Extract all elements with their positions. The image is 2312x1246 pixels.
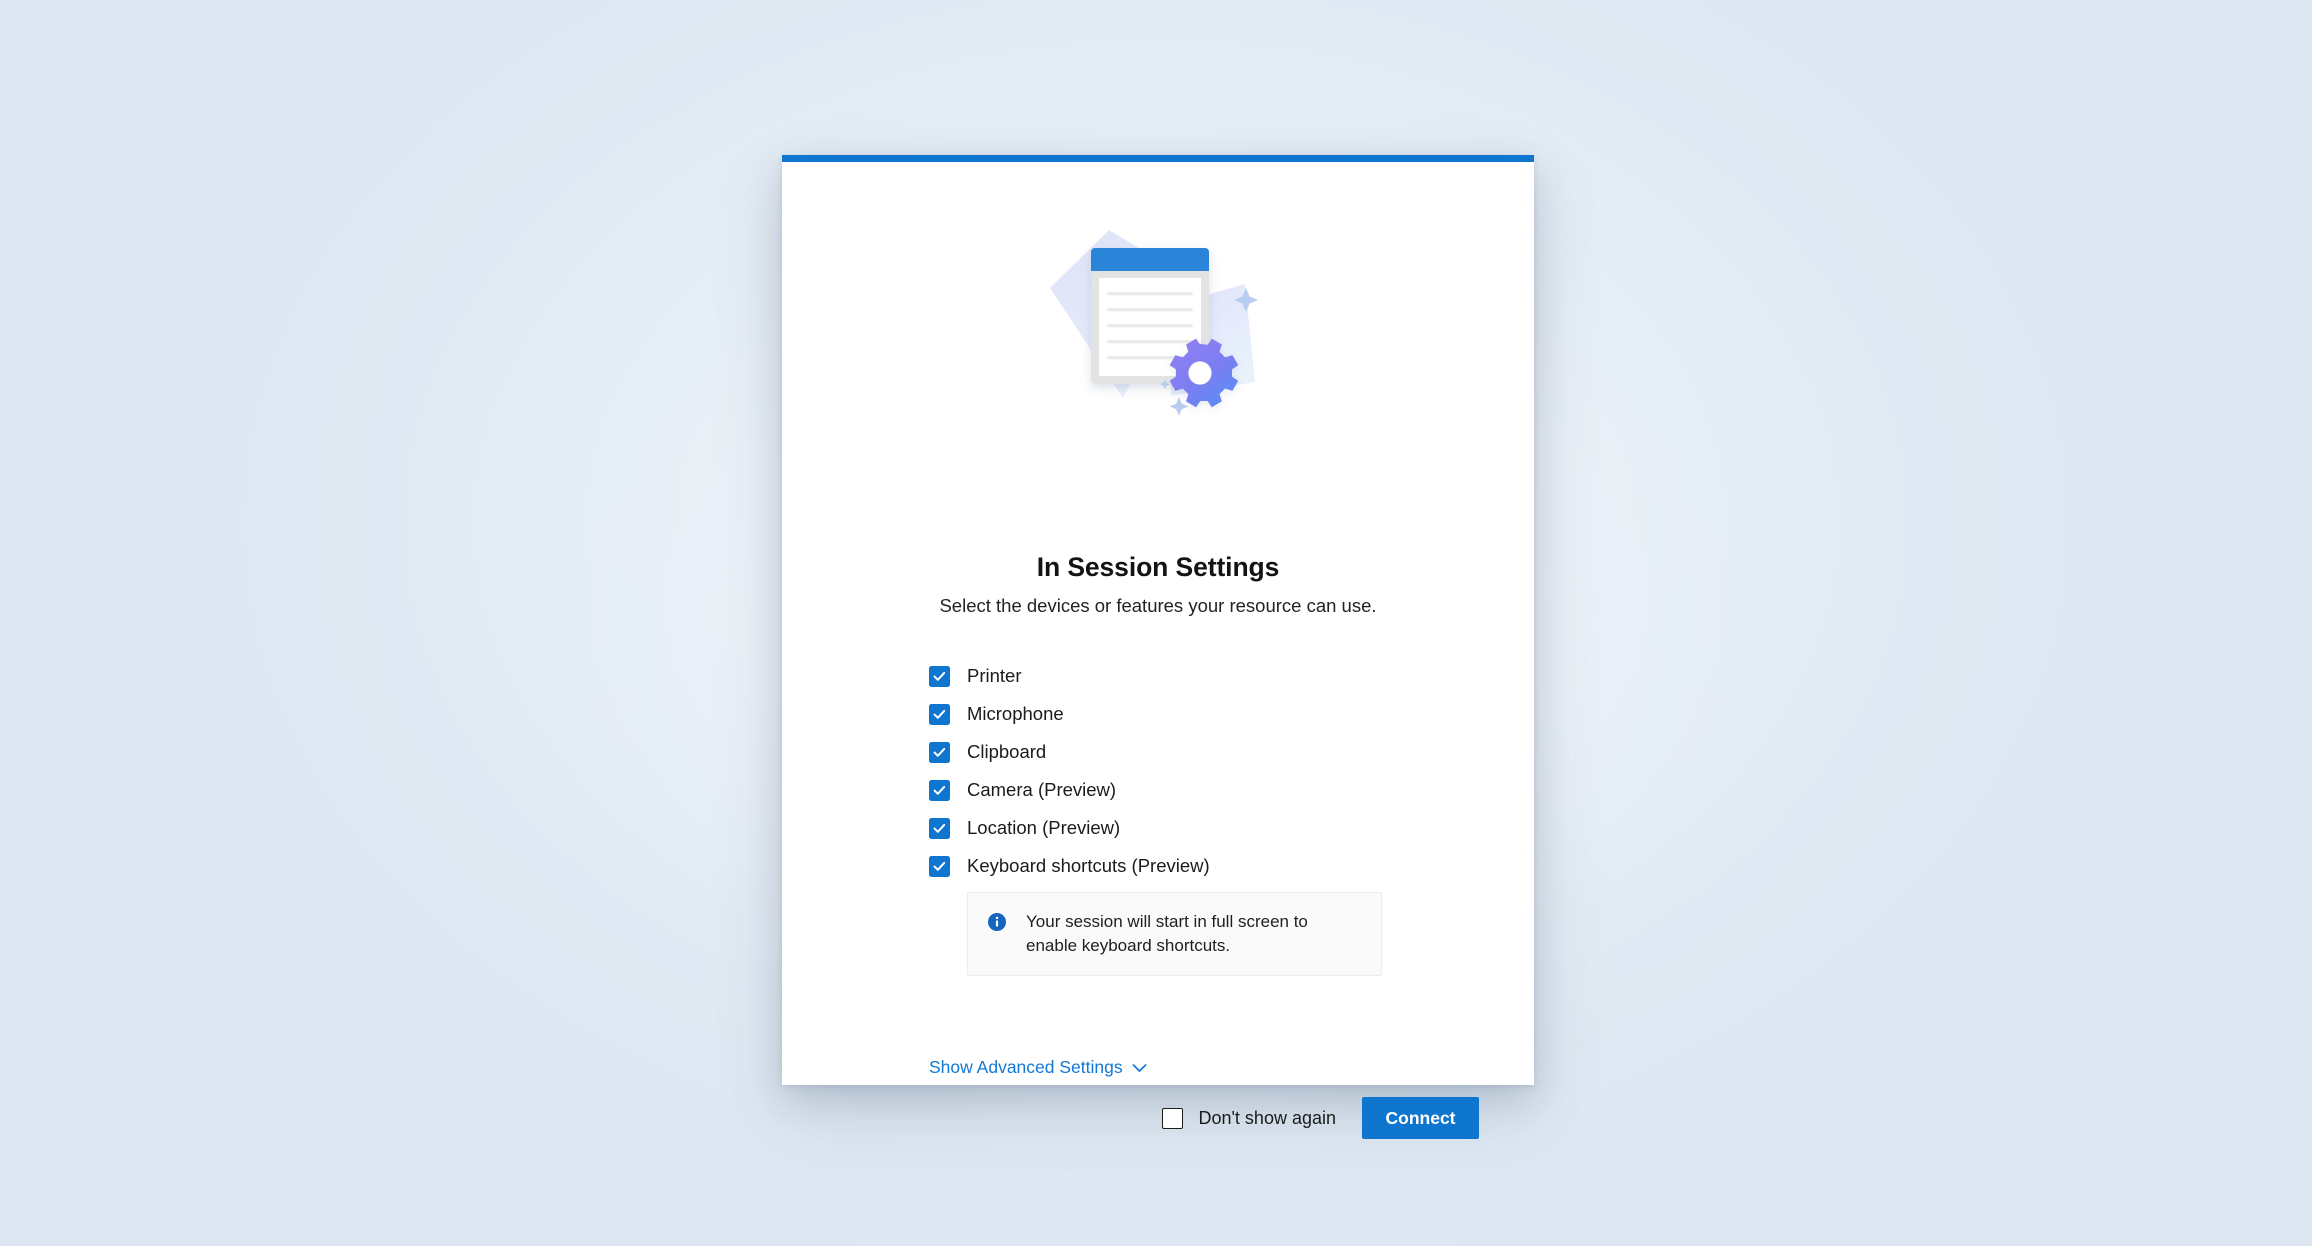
chevron-down-icon <box>1132 1063 1147 1073</box>
checkbox-keyboard-shortcuts[interactable] <box>929 855 950 877</box>
device-options-list: Printer Microphone Clipboard Camera (Pre… <box>929 657 1389 885</box>
checkmark-icon <box>933 747 946 757</box>
option-row-microphone[interactable]: Microphone <box>929 695 1389 733</box>
checkbox-location[interactable] <box>929 817 950 839</box>
dont-show-again-row[interactable]: Don't show again <box>1162 1107 1336 1129</box>
checkmark-icon <box>933 861 946 871</box>
checkbox-microphone[interactable] <box>929 703 950 725</box>
dialog-accent-bar <box>782 155 1534 162</box>
dont-show-again-label: Don't show again <box>1198 1107 1336 1128</box>
info-circle-icon <box>988 913 1006 936</box>
in-session-settings-dialog: In Session Settings Select the devices o… <box>782 155 1534 1139</box>
option-row-clipboard[interactable]: Clipboard <box>929 733 1389 771</box>
keyboard-shortcuts-info-banner: Your session will start in full screen t… <box>967 892 1382 976</box>
chevron-down-glyph <box>1132 1063 1147 1072</box>
option-row-printer[interactable]: Printer <box>929 657 1389 695</box>
checkbox-dont-show-again[interactable] <box>1162 1107 1184 1129</box>
checkmark-icon <box>933 823 946 833</box>
info-banner-text: Your session will start in full screen t… <box>1026 912 1308 955</box>
option-label-microphone: Microphone <box>967 703 1064 724</box>
document-with-gear-illustration <box>782 162 1534 502</box>
option-label-camera: Camera (Preview) <box>967 779 1117 800</box>
info-circle-glyph <box>988 913 1006 931</box>
option-label-printer: Printer <box>967 665 1022 686</box>
option-row-camera[interactable]: Camera (Preview) <box>929 771 1389 809</box>
page-title: In Session Settings <box>1036 552 1280 582</box>
option-row-keyboard-shortcuts[interactable]: Keyboard shortcuts (Preview) <box>929 847 1389 885</box>
checkbox-clipboard[interactable] <box>929 741 950 763</box>
page-subtitle: Select the devices or features your reso… <box>939 595 1377 616</box>
checkbox-printer[interactable] <box>929 665 950 687</box>
checkmark-icon <box>933 785 946 795</box>
dialog-body: In Session Settings Select the devices o… <box>782 162 1534 1139</box>
illustration-svg <box>1050 230 1258 416</box>
connect-button[interactable]: Connect <box>1362 1097 1479 1139</box>
show-advanced-settings-label: Show Advanced Settings <box>929 1057 1123 1077</box>
checkmark-icon <box>933 671 946 681</box>
checkmark-icon <box>933 709 946 719</box>
show-advanced-settings-link[interactable]: Show Advanced Settings <box>929 1057 1147 1078</box>
option-label-location: Location (Preview) <box>967 817 1121 838</box>
checkbox-camera[interactable] <box>929 779 950 801</box>
dialog-footer: Don't show again Connect <box>1162 1097 1479 1139</box>
dialog-heading-block: In Session Settings Select the devices o… <box>782 552 1534 617</box>
option-label-keyboard-shortcuts: Keyboard shortcuts (Preview) <box>967 855 1210 876</box>
option-row-location[interactable]: Location (Preview) <box>929 809 1389 847</box>
option-label-clipboard: Clipboard <box>967 741 1047 762</box>
